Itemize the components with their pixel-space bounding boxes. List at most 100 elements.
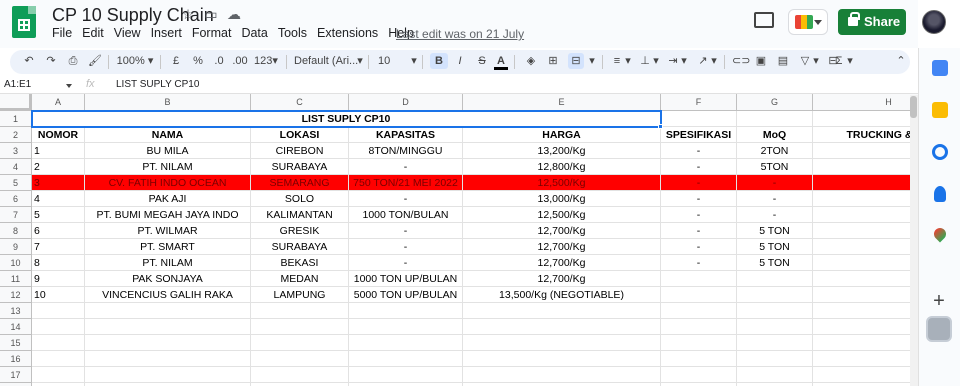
cell[interactable] [737,271,813,287]
cell[interactable]: 12,700/Kg [463,271,661,287]
cell[interactable]: PAK SONJAYA [85,271,251,287]
row-header[interactable]: 3 [0,143,32,159]
cell[interactable]: 1 [32,143,85,159]
cell[interactable] [737,303,813,319]
cell[interactable]: - [349,159,463,175]
row-header[interactable]: 9 [0,239,32,255]
last-edit-link[interactable]: Last edit was on 21 July [396,27,524,41]
insert-link-icon[interactable]: ⊂⊃ [732,53,750,69]
star-icon[interactable]: ☆ [180,6,196,22]
merge-cells-icon[interactable]: ⊟ [568,53,584,69]
cell[interactable] [737,367,813,383]
cell[interactable] [349,303,463,319]
cell[interactable] [349,367,463,383]
cell[interactable] [813,207,918,223]
cell[interactable]: 12,700/Kg [463,255,661,271]
cell[interactable] [251,351,349,367]
cell[interactable]: - [349,191,463,207]
cell[interactable] [32,351,85,367]
cell[interactable] [813,223,918,239]
column-header-cell[interactable]: NAMA [85,127,251,143]
cell[interactable] [32,319,85,335]
cell[interactable]: PT. NILAM [85,255,251,271]
menu-edit[interactable]: Edit [82,26,104,44]
horizontal-align-icon[interactable]: ≡ [610,53,624,69]
cell[interactable] [813,239,918,255]
cell[interactable]: 2 [32,159,85,175]
cell[interactable] [661,319,737,335]
cell[interactable] [813,111,918,127]
cell[interactable]: 6 [32,223,85,239]
column-header-cell[interactable]: TRUCKING & HA [813,127,918,143]
row-header[interactable]: 4 [0,159,32,175]
increase-decimal-button[interactable]: .00 [232,53,248,69]
keep-icon[interactable] [932,102,948,118]
cell[interactable] [661,335,737,351]
cell[interactable]: 2TON [737,143,813,159]
chevron-down-icon[interactable]: ▾ [624,53,632,69]
cell[interactable]: KALIMANTAN [251,207,349,223]
functions-icon[interactable]: Σ [832,53,846,69]
menu-format[interactable]: Format [192,26,232,44]
cell[interactable]: PT. NILAM [85,159,251,175]
cell[interactable]: SURABAYA [251,159,349,175]
cell[interactable] [463,303,661,319]
percent-button[interactable]: % [192,53,204,69]
formula-input[interactable]: LIST SUPLY CP10 [116,79,199,90]
cell[interactable]: 5000 TON UP/BULAN [349,287,463,303]
cloud-status-icon[interactable]: ☁ [226,6,242,22]
cell[interactable]: 10 [32,287,85,303]
cell[interactable]: 5 [32,207,85,223]
cell[interactable]: MEDAN [251,271,349,287]
cell[interactable] [737,111,813,127]
row-header[interactable]: 17 [0,367,32,383]
cell[interactable] [661,287,737,303]
highlighted-cell[interactable]: 12,500/Kg [463,175,661,191]
cell[interactable]: 5TON [737,159,813,175]
spreadsheet-grid[interactable]: A B C D E F G H 1 LIST SUPLY CP10 2 NOMOR NAMA LOKASI… [0,94,918,386]
cell[interactable]: 13,200/Kg [463,143,661,159]
cell[interactable]: LAMPUNG [251,287,349,303]
row-header[interactable]: 14 [0,319,32,335]
cell[interactable]: - [737,207,813,223]
filter-icon[interactable]: ▽ [798,53,812,69]
cell[interactable] [813,255,918,271]
bold-button[interactable]: B [430,53,448,69]
select-all-corner[interactable] [0,94,32,111]
cell[interactable] [661,271,737,287]
cell[interactable] [463,335,661,351]
name-box[interactable]: A1:E1 [4,79,31,90]
cell[interactable] [813,335,918,351]
cell[interactable]: 1000 TON/BULAN [349,207,463,223]
cell[interactable] [813,287,918,303]
chevron-down-icon[interactable]: ▾ [680,53,688,69]
cell[interactable] [463,351,661,367]
cell[interactable]: PT. BUMI MEGAH JAYA INDO [85,207,251,223]
column-header[interactable]: A [32,94,85,111]
scrollbar-thumb[interactable] [910,96,917,118]
cell[interactable] [813,159,918,175]
calendar-icon[interactable] [932,60,948,76]
highlighted-cell[interactable]: SEMARANG [251,175,349,191]
chevron-down-icon[interactable]: ▾ [356,53,364,69]
row-header[interactable]: 2 [0,127,32,143]
cell[interactable] [813,319,918,335]
chevron-down-icon[interactable]: ▾ [410,53,418,69]
cell[interactable]: 12,500/Kg [463,207,661,223]
cell[interactable]: - [349,255,463,271]
text-wrap-icon[interactable]: ⇥ [666,53,680,69]
redo-icon[interactable]: ↷ [44,53,58,69]
cell[interactable] [32,303,85,319]
cell[interactable]: GRESIK [251,223,349,239]
row-header[interactable]: 13 [0,303,32,319]
avatar[interactable] [922,10,946,34]
cell[interactable] [463,319,661,335]
vertical-scrollbar[interactable] [910,95,918,386]
menu-extensions[interactable]: Extensions [317,26,378,44]
chevron-down-icon[interactable]: ▾ [710,53,718,69]
cell[interactable]: 13,000/Kg [463,191,661,207]
column-header-cell[interactable]: HARGA [463,127,661,143]
row-header[interactable]: 1 [0,111,32,127]
cell[interactable] [813,191,918,207]
column-header-cell[interactable]: SPESIFIKASI [661,127,737,143]
